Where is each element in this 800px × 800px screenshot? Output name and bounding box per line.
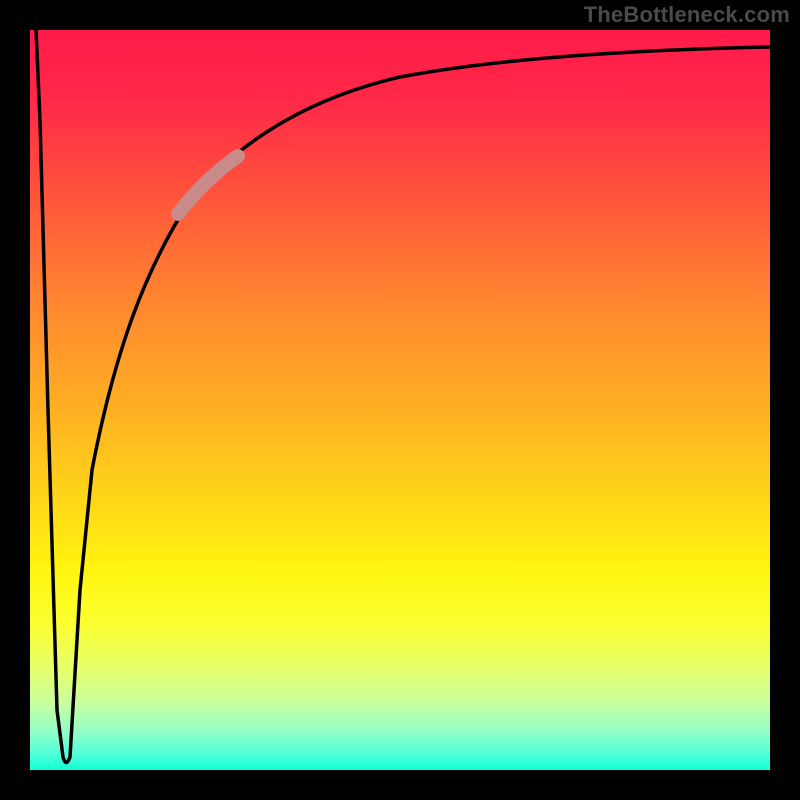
curve-svg (30, 30, 770, 770)
bottleneck-curve (36, 30, 770, 763)
highlight-marker (178, 156, 238, 214)
chart-frame: TheBottleneck.com (0, 0, 800, 800)
watermark-text: TheBottleneck.com (584, 2, 790, 28)
plot-area (30, 30, 770, 770)
